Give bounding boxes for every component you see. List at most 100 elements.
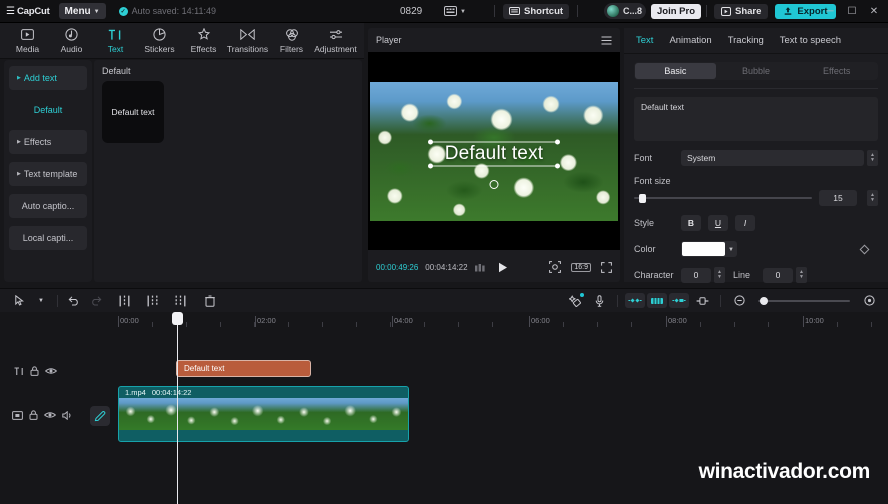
tab-text[interactable]: Text xyxy=(636,35,653,46)
timeline-video-clip[interactable]: 1.mp4 00:04:14:22 xyxy=(118,386,409,442)
minimize-button[interactable]: ─ xyxy=(820,2,840,20)
resize-handle-tr[interactable] xyxy=(555,139,560,145)
overlay-text[interactable]: Default text xyxy=(445,143,544,165)
app-logo: ☰ CapCut xyxy=(6,6,50,17)
rotate-handle[interactable] xyxy=(489,179,499,189)
share-button[interactable]: Share xyxy=(714,3,769,19)
font-size-stepper[interactable]: ▲ ▼ xyxy=(867,190,878,206)
sidebar-item-effects[interactable]: ▶ Effects xyxy=(9,130,87,154)
sidebar-item-text-template[interactable]: ▶ Text template xyxy=(9,162,87,186)
resize-handle-tl[interactable] xyxy=(428,139,433,145)
slider-knob[interactable] xyxy=(639,193,647,203)
aspect-ratio-button[interactable]: 16:9 xyxy=(571,262,591,272)
redo-icon[interactable] xyxy=(85,291,107,311)
divider xyxy=(577,5,579,17)
join-pro-button[interactable]: Join Pro xyxy=(651,3,702,19)
line-stepper[interactable]: ▲ ▼ xyxy=(796,267,807,283)
line-spacing-value[interactable]: 0 xyxy=(763,267,793,283)
cursor-icon[interactable] xyxy=(8,291,30,311)
crop-icon[interactable] xyxy=(691,291,713,311)
italic-button[interactable]: I xyxy=(735,215,755,231)
keyboard-layout-button[interactable]: ▼ xyxy=(444,6,466,16)
timeline-ruler[interactable]: 00:00 02:00 04:00 06:00 08:00 10:00 xyxy=(88,312,888,332)
character-stepper[interactable]: ▲ ▼ xyxy=(714,267,725,283)
underline-button[interactable]: U xyxy=(708,215,728,231)
sidebar-item-local-captions[interactable]: Local capti... xyxy=(9,226,87,250)
sidebar-item-auto-captions[interactable]: Auto captio... xyxy=(9,194,87,218)
tab-filters[interactable]: Filters xyxy=(270,24,313,58)
undo-icon[interactable] xyxy=(63,291,85,311)
playhead[interactable] xyxy=(172,312,183,504)
font-size-value[interactable]: 15 xyxy=(819,190,857,206)
keyframe-icon[interactable] xyxy=(625,293,645,308)
timeline-text-clip[interactable]: Default text xyxy=(176,360,311,377)
font-select[interactable]: System xyxy=(681,150,864,166)
segment-basic[interactable]: Basic xyxy=(635,63,716,79)
color-swatch[interactable] xyxy=(682,242,725,256)
playhead-grip[interactable] xyxy=(172,312,183,325)
lock-icon[interactable] xyxy=(30,366,39,376)
resize-handle-br[interactable] xyxy=(555,163,560,169)
account-chip[interactable]: C...8 xyxy=(604,3,647,19)
zoom-slider-knob[interactable] xyxy=(760,296,768,305)
tab-audio[interactable]: Audio xyxy=(50,24,93,58)
stickers-icon xyxy=(153,28,166,42)
edit-clip-button[interactable] xyxy=(90,406,110,426)
fit-to-screen-icon[interactable] xyxy=(858,291,880,311)
hamburger-icon[interactable] xyxy=(601,35,612,45)
delete-icon[interactable] xyxy=(199,291,221,311)
tab-text-to-speech[interactable]: Text to speech xyxy=(780,35,841,46)
font-stepper[interactable]: ▲ ▼ xyxy=(867,150,878,166)
character-spacing-value[interactable]: 0 xyxy=(681,267,711,283)
marker-icon[interactable] xyxy=(669,293,689,308)
tab-effects[interactable]: Effects xyxy=(182,24,225,58)
divider xyxy=(617,294,618,307)
reset-color-icon[interactable] xyxy=(859,244,870,254)
font-size-slider[interactable] xyxy=(634,193,812,203)
clip-thumbnail-strip xyxy=(119,398,408,430)
preset-card-default-text[interactable]: Default text xyxy=(102,81,164,143)
microphone-icon[interactable] xyxy=(588,291,610,311)
trim-right-icon[interactable] xyxy=(169,291,191,311)
menu-button[interactable]: Menu ▼ xyxy=(58,3,106,19)
text-content-input[interactable]: Default text xyxy=(634,97,878,141)
segment-effects[interactable]: Effects xyxy=(796,63,877,79)
sidebar-item-default[interactable]: Default xyxy=(9,98,87,122)
segment-bubble[interactable]: Bubble xyxy=(716,63,797,79)
tab-media[interactable]: Media xyxy=(6,24,49,58)
tab-animation[interactable]: Animation xyxy=(669,35,711,46)
mixer-icon[interactable] xyxy=(647,293,667,308)
trim-left-icon[interactable] xyxy=(141,291,163,311)
sidebar-item-add-text[interactable]: ▶ Add text xyxy=(9,66,87,90)
bold-button[interactable]: B xyxy=(681,215,701,231)
timeline[interactable]: 00:00 02:00 04:00 06:00 08:00 10:00 Defa… xyxy=(0,312,888,504)
tab-transitions[interactable]: Transitions xyxy=(226,24,269,58)
color-picker[interactable]: ▼ xyxy=(681,241,737,257)
magic-wand-icon[interactable] xyxy=(564,291,586,311)
player-stage[interactable]: Default text xyxy=(368,52,620,250)
fullscreen-icon[interactable] xyxy=(601,261,612,273)
timeline-zoom-slider[interactable] xyxy=(758,296,850,305)
lock-icon[interactable] xyxy=(29,410,38,420)
speaker-icon[interactable] xyxy=(62,410,73,420)
play-icon[interactable] xyxy=(498,262,508,273)
style-row: Style B U I xyxy=(634,215,878,231)
maximize-button[interactable]: ☐ xyxy=(842,2,862,20)
eye-icon[interactable] xyxy=(44,411,56,419)
crop-icon[interactable] xyxy=(549,261,562,273)
text-icon xyxy=(14,366,24,376)
zoom-out-icon[interactable] xyxy=(728,291,750,311)
resize-handle-bl[interactable] xyxy=(428,163,433,169)
video-icon xyxy=(12,410,23,420)
split-icon[interactable] xyxy=(113,291,135,311)
chevron-down-icon[interactable]: ▼ xyxy=(30,291,52,311)
close-button[interactable]: ✕ xyxy=(864,2,884,20)
tab-tracking[interactable]: Tracking xyxy=(728,35,764,46)
eye-icon[interactable] xyxy=(45,367,57,375)
tab-adjustment[interactable]: Adjustment xyxy=(314,24,357,58)
quality-icon[interactable] xyxy=(474,263,487,272)
shortcut-button[interactable]: Shortcut xyxy=(503,3,570,19)
divider xyxy=(706,5,707,17)
tab-stickers[interactable]: Stickers xyxy=(138,24,181,58)
tab-text[interactable]: Text xyxy=(94,24,137,58)
